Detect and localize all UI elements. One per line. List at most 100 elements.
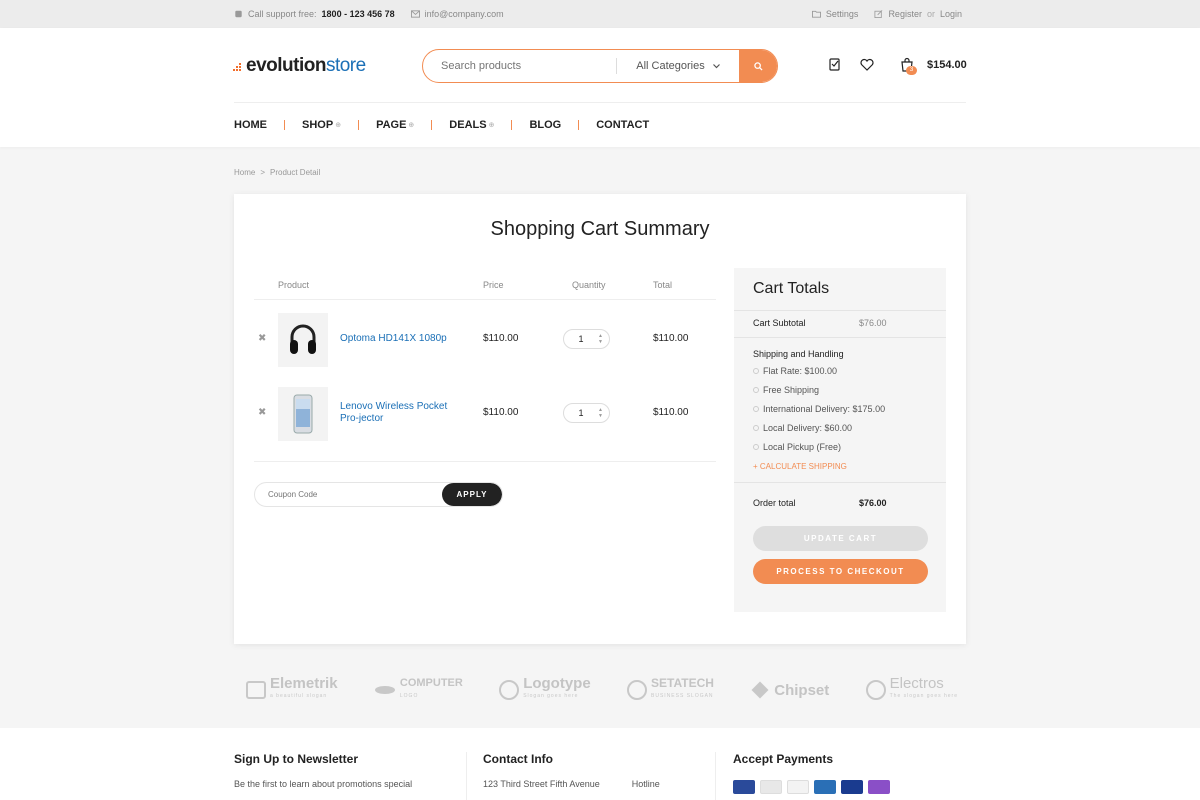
mastercard-icon bbox=[760, 780, 782, 794]
product-name-link[interactable]: Lenovo Wireless Pocket Pro-jector bbox=[340, 385, 465, 441]
divider bbox=[734, 337, 946, 338]
contact-details: 123 Third Street Fifth Avenue Hotline bbox=[483, 779, 660, 789]
brand-logo-setatech[interactable]: SETATECH BUSINESS SLOGAN bbox=[627, 677, 714, 703]
nav-separator bbox=[358, 120, 360, 130]
coupon-input[interactable] bbox=[255, 483, 442, 506]
order-total-label: Order total bbox=[753, 498, 796, 508]
chip-icon bbox=[751, 681, 769, 699]
top-bar: Call support free: 1800 - 123 456 78 inf… bbox=[0, 0, 1200, 28]
nav-item-page[interactable]: PAGE ⊕ bbox=[376, 119, 414, 131]
header-divider bbox=[234, 102, 966, 103]
support-phone: 1800 - 123 456 78 bbox=[321, 9, 395, 19]
settings-label[interactable]: Settings bbox=[826, 9, 859, 19]
nav-separator bbox=[511, 120, 513, 130]
update-cart-button[interactable]: UPDATE CART bbox=[753, 526, 928, 551]
brand-logo-computer[interactable]: COMPUTER LOGO bbox=[374, 677, 463, 703]
nav-item-shop[interactable]: SHOP ⊕ bbox=[302, 119, 341, 131]
email-info[interactable]: info@company.com bbox=[410, 9, 504, 19]
subtotal-row: Cart Subtotal $76.00 bbox=[753, 318, 933, 328]
chevron-down-icon[interactable]: ▼ bbox=[598, 413, 603, 419]
email-link[interactable]: info@company.com bbox=[425, 9, 504, 19]
edit-icon bbox=[874, 10, 883, 18]
chevron-down-icon[interactable]: ▼ bbox=[598, 339, 603, 345]
chevron-down-icon bbox=[712, 63, 720, 68]
nav-label: SHOP bbox=[302, 119, 334, 131]
nav-label: CONTACT bbox=[596, 119, 650, 131]
plus-icon: ⊕ bbox=[335, 122, 342, 129]
nav-separator bbox=[578, 120, 580, 130]
brand-logo-elemetrik[interactable]: Elemetrik a beautiful slogan bbox=[246, 676, 338, 703]
column-product: Product bbox=[278, 280, 310, 290]
subtotal-label: Cart Subtotal bbox=[753, 318, 806, 328]
radio-button[interactable] bbox=[753, 444, 759, 450]
electros-logo-icon bbox=[865, 680, 886, 700]
quantity-value[interactable]: 1 bbox=[564, 408, 598, 418]
cart-total: $154.00 bbox=[927, 59, 967, 71]
shipping-option[interactable]: Flat Rate: $100.00 bbox=[753, 366, 837, 376]
apply-coupon-button[interactable]: APPLY bbox=[442, 483, 502, 506]
remove-item-icon[interactable]: ✖ bbox=[258, 407, 266, 418]
cart-row: ✖ Optoma HD141X 1080p $110.00 1 ▲ ▼ $110.… bbox=[254, 311, 716, 371]
computer-logo-icon bbox=[374, 686, 395, 694]
phone-icon bbox=[235, 10, 242, 18]
folder-icon bbox=[811, 10, 821, 18]
product-name-link[interactable]: Optoma HD141X 1080p bbox=[340, 311, 465, 367]
register-link[interactable]: Register bbox=[888, 9, 922, 19]
brand-logo-chipset[interactable]: Chipset bbox=[750, 680, 829, 700]
payments-title: Accept Payments bbox=[733, 752, 834, 766]
table-divider bbox=[254, 461, 716, 462]
cart-totals-panel: Cart Totals Cart Subtotal $76.00 Shippin… bbox=[734, 268, 946, 612]
shipping-option-label: Free Shipping bbox=[763, 385, 820, 395]
account-links: Register or Login bbox=[874, 9, 962, 19]
category-select[interactable]: All Categories bbox=[617, 50, 739, 82]
radio-button[interactable] bbox=[753, 387, 759, 393]
search-input[interactable] bbox=[423, 50, 616, 82]
nav-item-deals[interactable]: DEALS ⊕ bbox=[449, 119, 494, 131]
nav-item-contact[interactable]: CONTACT bbox=[596, 119, 649, 131]
calculate-shipping-link[interactable]: + CALCULATE SHIPPING bbox=[753, 462, 847, 471]
column-quantity: Quantity bbox=[572, 280, 606, 290]
plus-icon: ⊕ bbox=[408, 122, 415, 129]
radio-button[interactable] bbox=[753, 406, 759, 412]
headphones-icon bbox=[290, 324, 316, 354]
radio-button[interactable] bbox=[753, 425, 759, 431]
envelope-icon bbox=[410, 10, 420, 18]
nav-item-home[interactable]: HOME bbox=[234, 119, 267, 131]
cart-button[interactable]: 3 $154.00 bbox=[899, 57, 967, 75]
nav-item-blog[interactable]: BLOG bbox=[529, 119, 561, 131]
support-info: Call support free: 1800 - 123 456 78 bbox=[234, 9, 395, 19]
heart-icon[interactable] bbox=[859, 57, 875, 73]
quantity-stepper[interactable]: 1 ▲ ▼ bbox=[563, 403, 610, 423]
radio-button[interactable] bbox=[753, 368, 759, 374]
checkout-button[interactable]: PROCESS TO CHECKOUT bbox=[753, 559, 928, 584]
shipping-option[interactable]: Local Delivery: $60.00 bbox=[753, 423, 852, 433]
shipping-option[interactable]: International Delivery: $175.00 bbox=[753, 404, 885, 414]
contact-section: Contact Info 123 Third Street Fifth Aven… bbox=[483, 752, 660, 789]
logo[interactable]: evolutionstore bbox=[233, 55, 366, 77]
brand-tagline: a beautiful slogan bbox=[270, 693, 328, 699]
contact-title: Contact Info bbox=[483, 752, 553, 766]
footer-divider bbox=[715, 752, 716, 800]
column-price: Price bbox=[483, 280, 504, 290]
coupon-form: APPLY bbox=[254, 482, 503, 507]
quantity-stepper[interactable]: 1 ▲ ▼ bbox=[563, 329, 610, 349]
shipping-option[interactable]: Local Pickup (Free) bbox=[753, 442, 841, 452]
settings-link[interactable]: Settings bbox=[811, 9, 859, 19]
brand-logo-electros[interactable]: Electros The slogan goes here bbox=[865, 676, 958, 703]
remove-item-icon[interactable]: ✖ bbox=[258, 333, 266, 344]
item-price: $110.00 bbox=[483, 407, 519, 418]
cart-table-header: Product Price Quantity Total bbox=[254, 278, 716, 300]
quantity-value[interactable]: 1 bbox=[564, 334, 598, 344]
shipping-option[interactable]: Free Shipping bbox=[753, 385, 819, 395]
product-thumbnail[interactable] bbox=[278, 387, 328, 441]
breadcrumb-home[interactable]: Home bbox=[234, 168, 255, 177]
compare-icon[interactable] bbox=[827, 57, 843, 73]
login-link[interactable]: Login bbox=[940, 9, 962, 19]
header-actions: 3 $154.00 bbox=[827, 57, 967, 75]
site-footer: Sign Up to Newsletter Be the first to le… bbox=[0, 728, 1200, 800]
brand-tagline: LOGO bbox=[399, 693, 419, 699]
brand-logo-logotype[interactable]: Logotype Slogan goes here bbox=[499, 676, 591, 703]
search-button[interactable] bbox=[739, 50, 777, 82]
item-total: $110.00 bbox=[653, 407, 689, 418]
product-thumbnail[interactable] bbox=[278, 313, 328, 367]
